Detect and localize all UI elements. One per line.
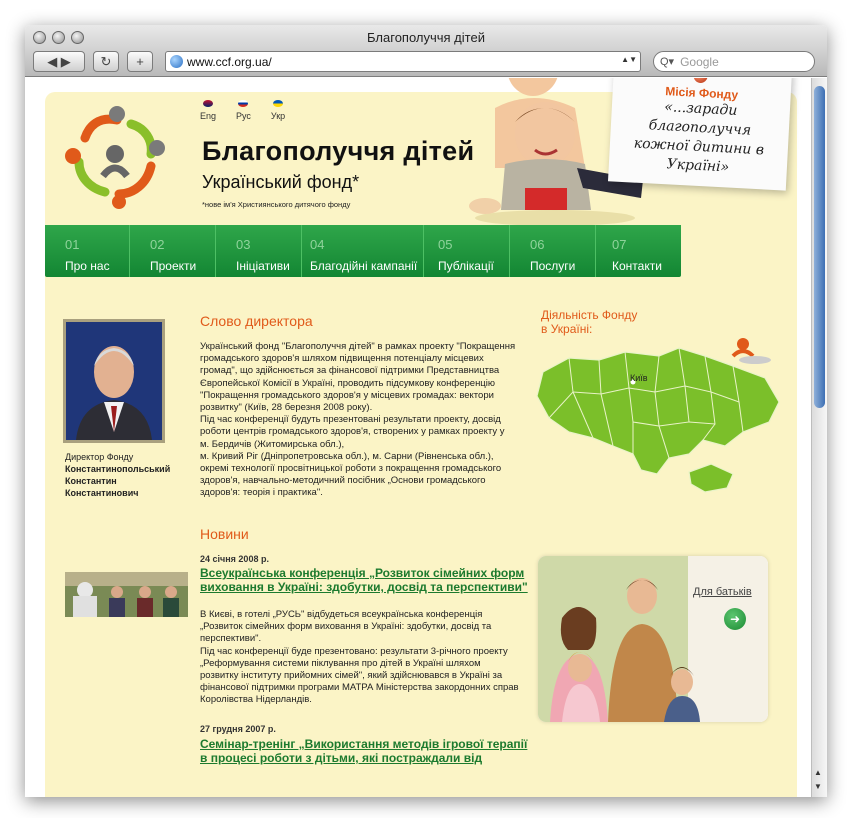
news-date: 27 грудня 2007 р. (200, 724, 276, 734)
menu-item-number: 02 (150, 237, 165, 252)
lang-eng[interactable]: Eng (200, 100, 216, 121)
vertical-scrollbar[interactable]: ▲ ▼ (811, 78, 827, 797)
scrollbar-thumb[interactable] (814, 86, 825, 408)
news-title-link[interactable]: Всеукраїнська конференція „Розвиток сіме… (200, 566, 530, 594)
lang-rus-label: Рус (236, 111, 251, 121)
ukraine-map[interactable] (529, 322, 785, 502)
parents-banner[interactable]: Для батьків ➜ (538, 556, 768, 722)
menu-item-contacts[interactable]: 07 Контакти (596, 225, 681, 277)
menu-item-label: Проекти (150, 259, 197, 273)
pushpin-icon (693, 78, 708, 84)
news-title: Новини (200, 526, 249, 542)
reload-button[interactable]: ↻ (93, 51, 119, 72)
menu-item-services[interactable]: 06 Послуги (510, 225, 596, 277)
flag-ru-icon (238, 100, 249, 107)
site-page: Eng Рус Укр Благополуччя дітей Українськ… (45, 78, 797, 797)
menu-item-number: 04 (310, 237, 325, 252)
chevron-down-icon[interactable]: ▲▼ (621, 55, 637, 64)
web-content: Eng Рус Укр Благополуччя дітей Українськ… (25, 78, 811, 797)
flag-uk-icon (203, 100, 213, 107)
menu-item-label: Контакти (612, 259, 662, 273)
menu-item-number: 05 (438, 237, 453, 252)
menu-item-number: 07 (612, 237, 627, 252)
menu-item-projects[interactable]: 02 Проекти (130, 225, 216, 277)
address-bar[interactable]: www.ccf.org.ua/ ▲▼ (165, 51, 641, 72)
menu-item-publications[interactable]: 05 Публікації (424, 225, 510, 277)
mission-note: Місія Фонду «...заради благополуччя кожн… (607, 78, 793, 191)
director-name-3: Константинович (65, 488, 139, 498)
brand-subtitle: Український фонд* (202, 172, 360, 192)
menu-item-label: Благодійні кампанії (310, 259, 418, 273)
director-photo (63, 319, 165, 443)
director-name-1: Константинопольський (65, 464, 171, 474)
search-input[interactable]: Q▾ Google (653, 51, 815, 72)
brand-note: *нове ім'я Християнського дитячого фонду (202, 200, 351, 209)
news-title-link[interactable]: Семінар-тренінг „Використання методів іг… (200, 737, 530, 765)
back-forward-button[interactable]: ◀ ▶ (33, 51, 85, 72)
nav-buttons: ◀ ▶ ↻ + (33, 51, 153, 72)
browser-window: Благополуччя дітей ◀ ▶ ↻ + www.ccf.org.u… (25, 25, 827, 797)
lang-ukr-label: Укр (270, 111, 286, 121)
title-bar: Благополуччя дітей ◀ ▶ ↻ + www.ccf.org.u… (25, 25, 827, 77)
brand-title: Благополуччя дітей (202, 136, 475, 166)
scroll-down-icon[interactable]: ▼ (814, 782, 822, 791)
map-city-label: Київ (630, 373, 648, 383)
menu-item-initiatives[interactable]: 03 Ініціативи (216, 225, 302, 277)
lang-rus[interactable]: Рус (236, 100, 251, 121)
director-name-2: Константин (65, 476, 117, 486)
activity-title-line: Діяльність Фонду (541, 308, 638, 322)
news-text: В Києві, в готелі „РУСЬ" відбудеться все… (200, 609, 519, 706)
news-photo (65, 572, 188, 617)
lang-ukr[interactable]: Укр (271, 100, 285, 121)
lang-eng-label: Eng (200, 111, 217, 121)
director-caption: Директор Фонду Константинопольський Конс… (65, 451, 170, 499)
menu-item-label: Послуги (530, 259, 576, 273)
window-title: Благополуччя дітей (367, 30, 485, 45)
language-switcher: Eng Рус Укр (200, 100, 285, 121)
director-word-text: Український фонд "Благополуччя дітей" в … (200, 341, 516, 499)
logo-icon[interactable] (59, 102, 175, 210)
scroll-up-icon[interactable]: ▲ (814, 768, 822, 777)
arrow-right-icon[interactable]: ➜ (724, 608, 746, 630)
director-role: Директор Фонду (65, 452, 134, 462)
mission-text: «...заради благополуччя кожної дитини в … (633, 99, 765, 176)
url-text: www.ccf.org.ua/ (187, 54, 272, 69)
search-icon: Q▾ (660, 56, 675, 68)
menu-item-number: 01 (65, 237, 80, 252)
site-header: Eng Рус Укр Благополуччя дітей Українськ… (45, 78, 797, 226)
globe-icon (170, 55, 183, 68)
menu-item-number: 03 (236, 237, 251, 252)
menu-item-about[interactable]: 01 Про нас (45, 225, 130, 277)
news-date: 24 січня 2008 р. (200, 554, 269, 564)
add-bookmark-button[interactable]: + (127, 51, 153, 72)
main-menu: 01 Про нас 02 Проекти 03 Ініціативи 04 Б… (45, 225, 681, 277)
menu-item-label: Ініціативи (236, 259, 290, 273)
search-placeholder: Google (680, 54, 719, 69)
menu-item-number: 06 (530, 237, 545, 252)
parents-link[interactable]: Для батьків (693, 586, 752, 598)
menu-item-label: Про нас (65, 259, 110, 273)
menu-item-label: Публікації (438, 259, 494, 273)
flag-ua-icon (273, 100, 284, 107)
director-word-title: Слово директора (200, 313, 313, 329)
menu-item-charity-campaigns[interactable]: 04 Благодійні кампанії (302, 225, 424, 277)
